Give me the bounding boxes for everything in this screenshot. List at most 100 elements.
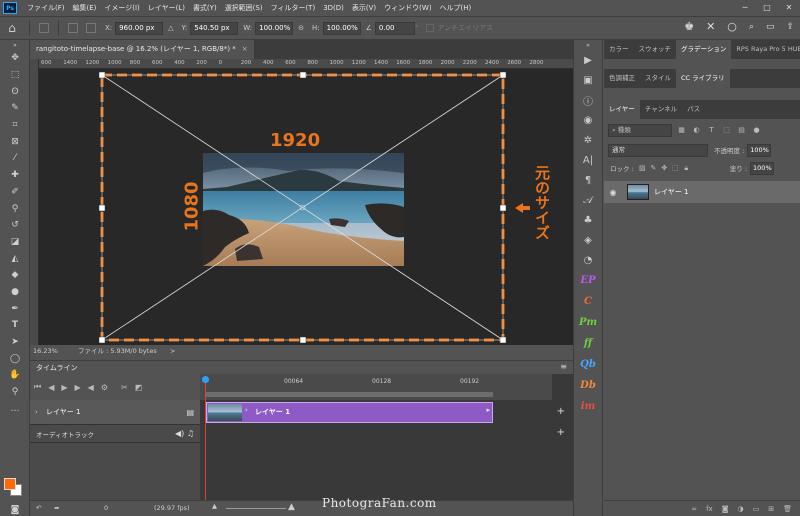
tab-paths[interactable]: パス (682, 100, 705, 119)
new-layer-icon[interactable]: ⊞ (768, 505, 774, 513)
close-window-icon[interactable]: ✕ (778, 0, 800, 16)
menu-window[interactable]: ウィンドウ(W) (380, 3, 435, 13)
glyphs-icon[interactable]: 𝒜 (574, 190, 602, 210)
crop-tool-icon[interactable]: ⌗ (0, 117, 30, 134)
canvas-area[interactable]: 1920 1080 元のサイズ (39, 69, 573, 345)
clone-stamp-tool-icon[interactable]: ⚲ (0, 200, 30, 217)
delta-icon[interactable]: △ (168, 24, 173, 32)
lock-all-icon[interactable]: 🔒︎ (681, 164, 692, 173)
character-icon[interactable]: A| (574, 150, 602, 170)
layer-row[interactable]: ◉ レイヤー 1 (604, 181, 800, 203)
type-filter-icon[interactable]: T (706, 126, 717, 134)
lasso-tool-icon[interactable]: ʘ (0, 83, 30, 100)
brush-settings-icon[interactable]: ◉ (574, 110, 602, 130)
menu-3d[interactable]: 3D(D) (319, 4, 348, 12)
antialias-checkbox[interactable] (426, 24, 435, 32)
pixel-filter-icon[interactable]: ▦ (676, 126, 687, 134)
layer-name[interactable]: レイヤー 1 (654, 187, 688, 197)
menu-filter[interactable]: フィルター(T) (267, 3, 320, 13)
menu-type[interactable]: 書式(Y) (189, 3, 221, 13)
search-icon[interactable]: ⌕ (749, 22, 754, 32)
quick-select-tool-icon[interactable]: ✎ (0, 100, 30, 117)
dodge-tool-icon[interactable]: ● (0, 284, 30, 301)
zoom-in-mountain-icon[interactable]: ▲ (288, 502, 295, 512)
path-select-tool-icon[interactable]: ➤ (0, 334, 30, 351)
fill-field[interactable]: 100% (750, 161, 775, 175)
move-tool-icon[interactable]: ✥ (0, 50, 30, 67)
tab-adjustments[interactable]: 色調補正 (604, 69, 640, 88)
link-icon[interactable]: ∞ (691, 505, 697, 513)
rotation-field[interactable]: 0.00 (374, 21, 415, 35)
shape-filter-icon[interactable]: ⬚ (721, 126, 732, 134)
tab-swatches[interactable]: スウォッチ (634, 40, 677, 59)
menu-image[interactable]: イメージ(I) (100, 3, 143, 13)
video-clip[interactable]: › レイヤー 1 ▸ (206, 402, 493, 423)
menu-help[interactable]: ヘルプ(H) (436, 3, 476, 13)
height-field[interactable]: 100.00% (322, 21, 361, 35)
history-brush-tool-icon[interactable]: ↺ (0, 217, 30, 234)
plugin-db-icon[interactable]: Db (574, 375, 602, 396)
mask-icon[interactable]: ◙ (722, 505, 729, 513)
add-audio-icon[interactable]: + (557, 427, 565, 438)
play-icon[interactable]: ▶ (61, 383, 67, 392)
timeline-ruler[interactable]: 00064 00128 00192 (200, 374, 552, 400)
clip-chevron-icon[interactable]: › (245, 406, 248, 414)
clip-menu-icon[interactable]: ▸ (486, 406, 490, 414)
navigator-icon[interactable]: ✲ (574, 130, 602, 150)
plugin-ff-icon[interactable]: ff (574, 333, 602, 354)
commit-transform-icon[interactable]: ○ (727, 20, 737, 33)
zoom-level[interactable]: 16.23% (33, 345, 58, 357)
paint-bucket-tool-icon[interactable]: ◭ (0, 250, 30, 267)
expand-chevron-icon[interactable]: › (35, 408, 38, 416)
mute-and-music-icon[interactable]: ◀) ♫ (175, 429, 194, 438)
eraser-tool-icon[interactable]: ◪ (0, 234, 30, 251)
y-position-field[interactable]: 540.50 px (190, 21, 239, 35)
zoom-out-mountain-icon[interactable]: ▲ (212, 502, 217, 510)
tab-gradients[interactable]: グラデーション (676, 40, 732, 59)
zoom-slider[interactable] (226, 508, 286, 509)
audio-icon[interactable]: ◀ (88, 383, 94, 392)
toolbar-collapse-icon[interactable]: » (0, 40, 30, 50)
marquee-tool-icon[interactable]: ⬚ (0, 67, 30, 84)
paragraph-icon[interactable]: ¶ (574, 170, 602, 190)
history-icon[interactable]: ▶ (574, 50, 602, 70)
lock-position-icon[interactable]: ✥ (659, 164, 670, 172)
filter-toggle-icon[interactable]: ● (751, 126, 762, 134)
tab-layers[interactable]: レイヤー (604, 100, 640, 119)
first-frame-icon[interactable]: ⏮ (34, 382, 41, 392)
menu-view[interactable]: 表示(V) (348, 3, 380, 13)
tab-styles[interactable]: スタイル (640, 69, 676, 88)
frame-tool-icon[interactable]: ⊠ (0, 133, 30, 150)
menu-layer[interactable]: レイヤー(L) (144, 3, 189, 13)
transition-icon[interactable]: ◩ (135, 383, 143, 392)
maximize-icon[interactable]: □ (756, 0, 778, 16)
home-icon[interactable]: ⌂ (0, 17, 24, 39)
dock-collapse-icon[interactable]: « (574, 40, 602, 50)
puppet-warp-icon[interactable]: ♚ (684, 20, 694, 33)
healing-brush-tool-icon[interactable]: ✚ (0, 167, 30, 184)
workspace-icon[interactable]: ▭ (766, 22, 775, 32)
group-icon[interactable]: ▭ (753, 505, 760, 513)
pen-tool-icon[interactable]: ✒ (0, 300, 30, 317)
share-icon[interactable]: ⇪ (786, 22, 794, 32)
trash-icon[interactable]: 🗑︎ (783, 505, 792, 513)
status-menu-arrow[interactable]: > (170, 345, 175, 357)
blend-mode-select[interactable]: 通常 (608, 143, 708, 157)
prev-frame-icon[interactable]: ◀ (48, 383, 54, 392)
plugin-ep-icon[interactable]: EP (574, 270, 602, 291)
tab-channels[interactable]: チャンネル (640, 100, 682, 119)
width-field[interactable]: 100.00% (255, 21, 294, 35)
layer-filter-select[interactable]: ⌕ 種類 (608, 123, 672, 137)
hand-tool-icon[interactable]: ✋ (0, 367, 30, 384)
tab-raya-pro[interactable]: RPS Raya Pro 5 HUE (731, 40, 800, 59)
plugin-im-icon[interactable]: im (574, 396, 602, 417)
libraries-icon[interactable]: ♣ (574, 210, 602, 230)
photoshop-logo-icon[interactable]: Ps (3, 2, 17, 14)
eyedropper-tool-icon[interactable]: ⁄ (0, 150, 30, 167)
render-icon[interactable]: ➦ (54, 504, 59, 512)
horizontal-ruler[interactable]: 600 1400 1200 1000 800 600 400 200 0 200 400 600 800… (39, 59, 573, 69)
menu-select[interactable]: 選択範囲(S) (221, 3, 267, 13)
menu-edit[interactable]: 編集(E) (69, 3, 101, 13)
work-area-bar[interactable] (206, 392, 493, 397)
visibility-eye-icon[interactable]: ◉ (604, 188, 622, 197)
